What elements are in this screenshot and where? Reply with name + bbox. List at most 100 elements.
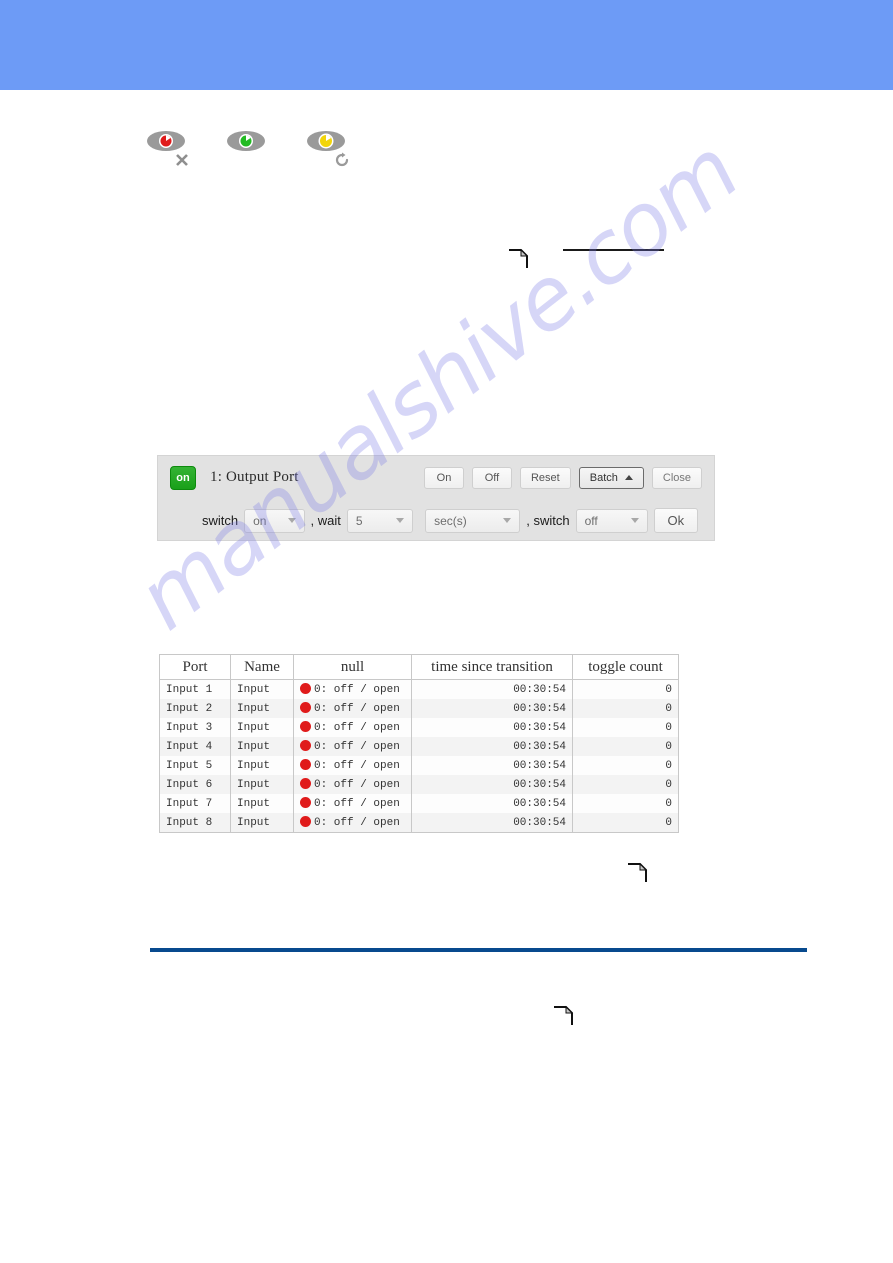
page-title: 1: Output Port (210, 469, 299, 485)
cell-state-label: 0: off / open (314, 760, 400, 772)
switch-state-1-select[interactable]: on (244, 508, 305, 533)
switch-state-2-value: off (584, 513, 598, 528)
table-row[interactable]: Input 4 Input 0: off / open 00:30:54 0 (159, 737, 679, 756)
table-row[interactable]: Input 7 Input 0: off / open 00:30:54 0 (159, 794, 679, 813)
column-header-port: Port (159, 654, 231, 680)
switch-label-1: switch (202, 513, 239, 528)
status-badge: on (170, 465, 196, 490)
wait-unit-value: sec(s) (434, 513, 467, 528)
table-row[interactable]: Input 1 Input 0: off / open 00:30:54 0 (159, 679, 679, 699)
status-dot-icon (300, 778, 311, 789)
output-port-panel: on 1: Output Port On Off Reset Batch Clo… (157, 455, 715, 541)
cell-state-label: 0: off / open (314, 722, 400, 734)
wait-label: , wait (310, 513, 341, 528)
cell-port: Input 3 (159, 718, 231, 737)
table-body: Input 1 Input 0: off / open 00:30:54 0 Input … (159, 679, 679, 833)
cell-name: Input (230, 813, 294, 833)
chevron-up-icon (624, 475, 633, 480)
switch-state-2-select[interactable]: off (575, 508, 648, 533)
output-port-header-row: on 1: Output Port On Off Reset Batch Clo… (158, 456, 714, 499)
page-corner-icon-bottom (552, 1005, 574, 1027)
cell-toggle-count: 0 (665, 816, 672, 829)
cell-time-since-transition: 00:30:54 (411, 737, 573, 756)
cell-state-label: 0: off / open (314, 703, 400, 715)
status-dot-icon (300, 797, 311, 808)
chevron-down-icon (287, 518, 296, 523)
cell-state: 0: off / open (293, 679, 412, 699)
chevron-down-icon (396, 518, 405, 523)
cell-state-label: 0: off / open (314, 798, 400, 810)
redacted-text-line (563, 249, 664, 251)
wait-duration-value: 5 (355, 513, 363, 528)
cell-state-label: 0: off / open (314, 817, 400, 829)
cell-name: Input (230, 794, 294, 813)
refresh-badge-icon (335, 152, 349, 167)
cell-toggle-count: 0 (665, 740, 672, 753)
cell-name: Input (230, 718, 294, 737)
status-dot-icon (300, 683, 311, 694)
status-dot-icon (300, 721, 311, 732)
eye-green-active-icon[interactable] (226, 128, 270, 168)
cell-time-since-transition: 00:30:54 (411, 679, 573, 699)
status-dot-icon (300, 759, 311, 770)
cell-port: Input 6 (159, 775, 231, 794)
eye-yellow-refresh-icon[interactable] (306, 128, 350, 168)
cell-state-label: 0: off / open (314, 684, 400, 696)
status-dot-icon (300, 740, 311, 751)
cell-state: 0: off / open (293, 775, 412, 794)
cell-name: Input (230, 775, 294, 794)
cell-time-since-transition: 00:30:54 (411, 813, 573, 833)
cell-time-since-transition: 00:30:54 (411, 718, 573, 737)
cross-badge-icon (176, 154, 188, 166)
cell-time-since-transition: 00:30:54 (411, 699, 573, 718)
reset-button[interactable]: Reset (519, 466, 571, 489)
eye-shape (147, 131, 185, 151)
column-header-name: Name (230, 654, 294, 680)
eye-red-disabled-icon[interactable] (146, 128, 190, 168)
cell-toggle-count: 0 (665, 778, 672, 791)
table-row[interactable]: Input 3 Input 0: off / open 00:30:54 0 (159, 718, 679, 737)
table-row[interactable]: Input 2 Input 0: off / open 00:30:54 0 (159, 699, 679, 718)
cell-time-since-transition: 00:30:54 (411, 756, 573, 775)
wait-duration-select[interactable]: 5 (346, 508, 414, 533)
batch-config-row: switch on , wait 5 sec(s) , switch off O… (158, 499, 714, 542)
cell-name: Input (230, 699, 294, 718)
page-top-banner (0, 0, 893, 90)
cell-toggle-count: 0 (665, 721, 672, 734)
batch-button[interactable]: Batch (578, 466, 644, 489)
cell-port: Input 8 (159, 813, 231, 833)
page-corner-icon-top (507, 248, 529, 270)
table-row[interactable]: Input 5 Input 0: off / open 00:30:54 0 (159, 756, 679, 775)
section-divider (150, 948, 807, 952)
on-button[interactable]: On (423, 466, 464, 489)
eye-shape (307, 131, 345, 151)
table-header: Port Name null time since transition tog… (159, 654, 679, 680)
switch-label-2: , switch (526, 513, 570, 528)
table-row[interactable]: Input 6 Input 0: off / open 00:30:54 0 (159, 775, 679, 794)
cell-state: 0: off / open (293, 699, 412, 718)
cell-state: 0: off / open (293, 794, 412, 813)
output-port-button-group: On Off Reset Batch Close (423, 466, 702, 489)
cell-port: Input 7 (159, 794, 231, 813)
page-corner-icon-mid (626, 862, 648, 884)
cell-name: Input (230, 737, 294, 756)
cell-port: Input 5 (159, 756, 231, 775)
cell-state: 0: off / open (293, 813, 412, 833)
table-row[interactable]: Input 8 Input 0: off / open 00:30:54 0 (159, 813, 679, 833)
close-button[interactable]: Close (651, 466, 702, 489)
cell-name: Input (230, 756, 294, 775)
cell-time-since-transition: 00:30:54 (411, 775, 573, 794)
ok-button[interactable]: Ok (653, 508, 698, 533)
cell-port: Input 2 (159, 699, 231, 718)
column-header-null: null (293, 654, 412, 680)
input-status-table: Port Name null time since transition tog… (159, 654, 679, 833)
wait-unit-select[interactable]: sec(s) (425, 508, 521, 533)
off-button[interactable]: Off (471, 466, 512, 489)
chevron-down-icon (630, 518, 639, 523)
cell-port: Input 1 (159, 679, 231, 699)
cell-toggle-count: 0 (665, 683, 672, 696)
switch-state-1-value: on (253, 513, 267, 528)
cell-toggle-count: 0 (665, 702, 672, 715)
batch-button-label: Batch (589, 471, 618, 484)
cell-toggle-count: 0 (665, 759, 672, 772)
